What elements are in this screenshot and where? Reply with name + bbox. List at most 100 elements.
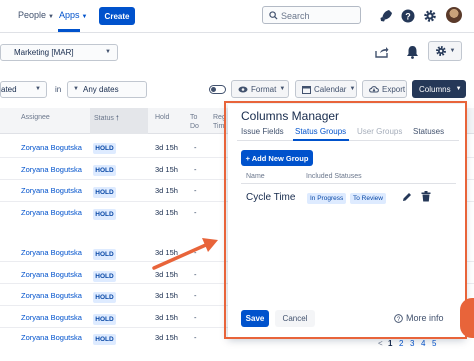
column-header-assignee[interactable]: Assignee [21, 114, 50, 121]
assignee-link[interactable]: Zoryana Bogutska [21, 165, 82, 174]
help-icon[interactable]: ? [401, 9, 415, 23]
assignee-link[interactable]: Zoryana Bogutska [21, 313, 82, 322]
chevron-down-icon: ▼ [48, 14, 54, 20]
column-header-name: Name [246, 173, 265, 180]
status-badge: HOLD [93, 292, 116, 303]
dataset-select[interactable]: Marketing [MAR] ▼ [0, 44, 118, 61]
pagination-page[interactable]: 1 [388, 339, 392, 348]
create-button[interactable]: Create [99, 7, 135, 25]
header-divider [241, 183, 456, 184]
more-info-link[interactable]: ? More info [394, 313, 444, 323]
save-button[interactable]: Save [241, 310, 269, 327]
share-icon [375, 47, 389, 58]
tab-status-groups[interactable]: Status Groups [295, 127, 346, 136]
status-badge: HOLD [93, 314, 116, 325]
cancel-button[interactable]: Cancel [275, 310, 315, 327]
column-header-todo-line1[interactable]: To [190, 114, 197, 121]
annotation-arrow [152, 238, 218, 270]
more-info-label: More info [406, 313, 444, 323]
columns-button[interactable]: Columns ▼ [412, 80, 466, 98]
bell-icon [406, 46, 418, 59]
calendar-button[interactable]: Calendar ▼ [295, 80, 357, 98]
pagination-page[interactable]: 3 [410, 339, 414, 348]
status-badge: HOLD [93, 209, 116, 220]
hold-time: 3d 15h [155, 291, 178, 300]
toggle-switch[interactable] [209, 85, 226, 94]
hold-time: 3d 15h [155, 208, 178, 217]
dialog-title: Columns Manager [241, 109, 340, 123]
status-badge: HOLD [93, 165, 116, 176]
tab-user-groups[interactable]: User Groups [357, 127, 402, 136]
chevron-down-icon: ▼ [449, 48, 456, 54]
chevron-down-icon: ▼ [105, 49, 111, 55]
highlight-outline [224, 101, 467, 339]
column-header-reg-line2[interactable]: Tim [213, 123, 224, 130]
cloud-download-icon [369, 86, 379, 93]
nav-apps[interactable]: Apps ▼ [59, 10, 87, 20]
svg-text:?: ? [397, 316, 401, 323]
export-label: Export [382, 84, 406, 94]
chevron-down-icon: ▼ [279, 86, 286, 92]
chevron-down-icon: ▼ [455, 86, 462, 92]
share-button[interactable] [372, 43, 392, 61]
hold-time: 3d 15h [155, 143, 178, 152]
assignee-link[interactable]: Zoryana Bogutska [21, 208, 82, 217]
assignee-link[interactable]: Zoryana Bogutska [21, 270, 82, 279]
todo-time: - [194, 291, 197, 300]
nav-people[interactable]: People ▼ [18, 10, 54, 20]
hold-time: 3d 15h [155, 313, 178, 322]
search-box[interactable] [262, 6, 361, 24]
rocket-icon[interactable] [379, 9, 393, 23]
export-button[interactable]: Export [362, 80, 407, 98]
pagination-page[interactable]: 5 [432, 339, 436, 348]
assignee-link[interactable]: Zoryana Bogutska [21, 291, 82, 300]
calendar-label: Calendar [314, 84, 347, 94]
chevron-down-icon: ▼ [73, 86, 79, 92]
assignee-link[interactable]: Zoryana Bogutska [21, 248, 82, 257]
column-header-todo-line2[interactable]: Do [190, 123, 199, 130]
todo-time: - [194, 186, 197, 195]
status-badge: HOLD [93, 271, 116, 282]
avatar[interactable] [446, 7, 462, 23]
active-tab-indicator [293, 139, 349, 141]
created-filter-label: ated [1, 85, 17, 94]
pagination-page[interactable]: 4 [421, 339, 425, 348]
tab-issue-fields[interactable]: Issue Fields [241, 127, 284, 136]
notifications-button[interactable] [402, 43, 422, 61]
add-new-group-button[interactable]: + Add New Group [241, 150, 313, 166]
date-range-select[interactable]: ▼ Any dates [67, 81, 147, 98]
dataset-label: Marketing [MAR] [14, 48, 74, 57]
column-header-hold[interactable]: Hold [155, 114, 169, 121]
created-filter-select[interactable]: ated ▼ [0, 81, 47, 98]
column-header-status[interactable]: Status 🠕 [94, 114, 119, 125]
assignee-link[interactable]: Zoryana Bogutska [21, 143, 82, 152]
status-badge: HOLD [93, 249, 116, 260]
status-badge: HOLD [93, 334, 116, 345]
column-header-status-label: Status [94, 115, 114, 122]
pagination-prev[interactable]: < [378, 339, 383, 348]
status-badge: HOLD [93, 187, 116, 198]
status-chip: In Progress [307, 193, 347, 204]
view-settings-button[interactable]: ▼ [428, 41, 462, 61]
assignee-link[interactable]: Zoryana Bogutska [21, 186, 82, 195]
todo-time: - [194, 165, 197, 174]
chevron-down-icon: ▼ [35, 86, 41, 92]
settings-icon[interactable] [423, 9, 437, 23]
columns-label: Columns [419, 84, 451, 94]
format-button[interactable]: Format ▼ [231, 80, 289, 98]
chevron-down-icon: ▼ [81, 14, 88, 20]
hold-time: 3d 15h [155, 165, 178, 174]
svg-text:?: ? [405, 12, 411, 22]
hold-time: 3d 15h [155, 186, 178, 195]
column-header-included-statuses: Included Statuses [306, 173, 362, 180]
calendar-icon [302, 85, 311, 94]
nav-active-indicator [58, 29, 80, 32]
pagination-page[interactable]: 2 [399, 339, 403, 348]
tab-statuses[interactable]: Statuses [413, 127, 444, 136]
assignee-link[interactable]: Zoryana Bogutska [21, 333, 82, 342]
edit-icon[interactable] [402, 192, 412, 202]
search-input[interactable] [281, 9, 357, 22]
trash-icon[interactable] [421, 191, 431, 202]
nav-apps-label: Apps [59, 10, 80, 20]
help-launcher-button[interactable] [460, 298, 474, 338]
